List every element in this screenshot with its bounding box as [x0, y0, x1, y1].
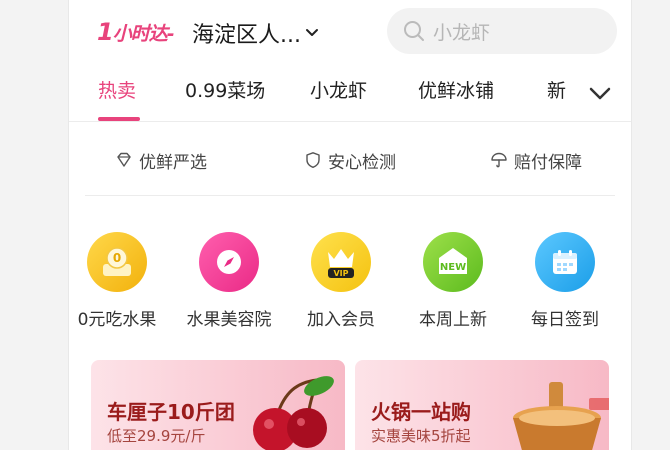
guarantee-label: 优鲜严选 — [139, 152, 207, 173]
feature-grid: 0 0元吃水果 水果美容院 VIP 加入会员 NEW 本周上新 每日签到 — [69, 232, 631, 332]
feature-new-this-week[interactable]: NEW 本周上新 — [403, 232, 503, 332]
feature-fruit-salon[interactable]: 水果美容院 — [179, 232, 279, 332]
expand-tabs-chevron-icon[interactable] — [587, 81, 613, 105]
coin-badge: 0 — [113, 251, 121, 265]
feature-label: 加入会员 — [307, 310, 375, 330]
chevron-down-icon — [305, 29, 318, 36]
new-house-graphic: NEW — [439, 248, 467, 274]
search-placeholder: 小龙虾 — [433, 21, 491, 44]
promo-card-cherries[interactable]: 车厘子10斤团 低至29.9元/斤 — [91, 360, 345, 450]
guarantee-label: 安心检测 — [328, 152, 396, 173]
location-selector[interactable]: 海淀区人... — [192, 16, 319, 50]
card-title: 车厘子10斤团 — [107, 400, 235, 424]
category-tabs: 热卖 0.99菜场 小龙虾 优鲜冰铺 新 — [69, 64, 631, 122]
card-subtitle: 实惠美味5折起 — [371, 427, 471, 445]
compass-icon — [199, 232, 259, 292]
active-tab-indicator — [98, 117, 140, 121]
feature-free-fruit[interactable]: 0 0元吃水果 — [69, 232, 167, 332]
logo-speed-mark: - — [166, 23, 175, 45]
guarantee-compensation: 赔付保障 — [490, 148, 582, 173]
header: 1小时达- 海淀区人... 小龙虾 — [69, 0, 631, 64]
shield-icon — [306, 152, 320, 168]
card-title: 火锅一站购 — [371, 400, 471, 424]
card-subtitle: 低至29.9元/斤 — [107, 427, 206, 445]
search-icon — [404, 21, 424, 41]
location-text: 海淀区人... — [192, 23, 301, 48]
new-badge: NEW — [440, 262, 466, 273]
guarantee-label: 赔付保障 — [514, 152, 582, 173]
coin-graphic: 0 — [103, 247, 131, 276]
feature-join-membership[interactable]: VIP 加入会员 — [291, 232, 391, 332]
feature-label: 本周上新 — [419, 310, 487, 330]
promo-card-hotpot[interactable]: 火锅一站购 实惠美味5折起 — [355, 360, 609, 450]
coin-icon: 0 — [87, 232, 147, 292]
tab-hot-sale[interactable]: 热卖 — [98, 76, 136, 106]
feature-label: 水果美容院 — [186, 310, 272, 330]
diamond-icon — [117, 152, 131, 167]
app-logo[interactable]: 1小时达- — [97, 14, 175, 50]
search-input[interactable]: 小龙虾 — [387, 8, 617, 54]
feature-daily-checkin[interactable]: 每日签到 — [515, 232, 615, 332]
guarantee-selected: 优鲜严选 — [115, 148, 207, 173]
promo-cards: 车厘子10斤团 低至29.9元/斤 火锅一站购 实惠美味5折起 — [69, 360, 631, 450]
guarantee-tested: 安心检测 — [304, 148, 396, 173]
app-page: 1小时达- 海淀区人... 小龙虾 热卖 0.99菜场 小龙虾 优鲜冰铺 新 优… — [68, 0, 632, 450]
tab-crayfish[interactable]: 小龙虾 — [310, 76, 367, 106]
umbrella-icon — [491, 152, 507, 168]
logo-text: 小时达 — [112, 23, 168, 45]
vip-badge: VIP — [333, 269, 348, 278]
compass-graphic — [217, 250, 241, 274]
tab-ice-shop[interactable]: 优鲜冰铺 — [418, 76, 494, 106]
hotpot-image — [513, 382, 609, 450]
cherries-image — [253, 376, 334, 450]
new-house-icon: NEW — [423, 232, 483, 292]
guarantee-bar: 优鲜严选 安心检测 赔付保障 — [85, 138, 615, 196]
calendar-graphic — [553, 250, 577, 274]
feature-label: 0元吃水果 — [77, 310, 157, 330]
crown-vip-icon: VIP — [311, 232, 371, 292]
feature-label: 每日签到 — [531, 310, 599, 330]
tab-099-market[interactable]: 0.99菜场 — [185, 76, 265, 106]
crown-graphic: VIP — [328, 249, 354, 278]
calendar-icon — [535, 232, 595, 292]
logo-number: 1 — [97, 18, 114, 46]
